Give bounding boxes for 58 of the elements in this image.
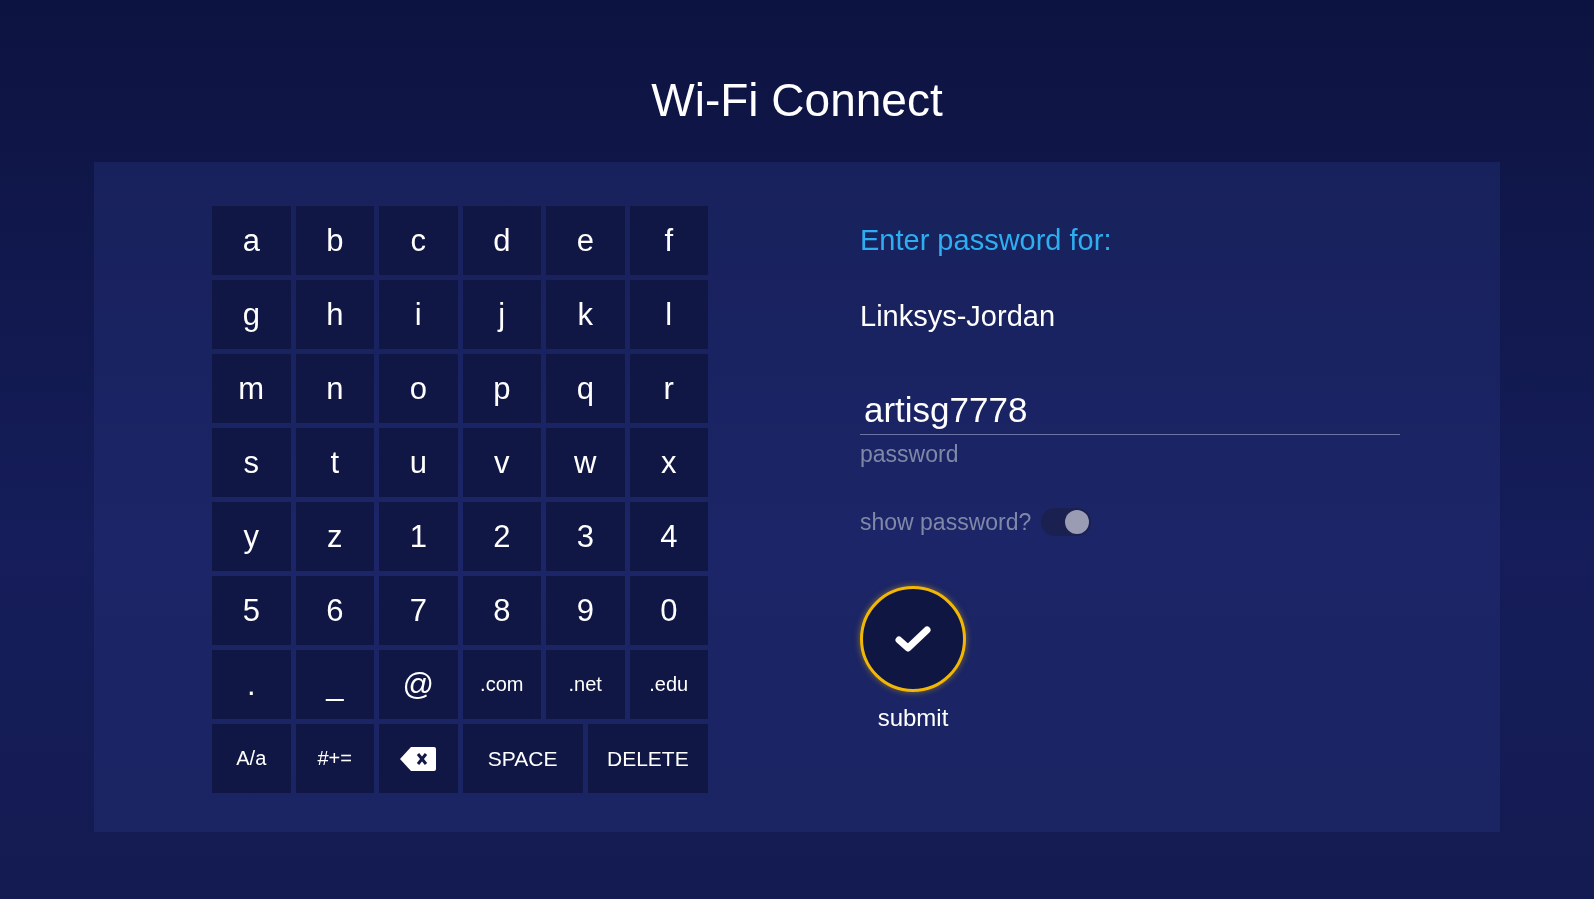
keyboard-key[interactable]: l bbox=[629, 280, 708, 349]
keyboard-key[interactable]: b bbox=[295, 206, 374, 275]
keyboard-key[interactable]: DELETE bbox=[587, 724, 708, 793]
keyboard-key[interactable]: t bbox=[295, 428, 374, 497]
keyboard-key[interactable]: 8 bbox=[462, 576, 541, 645]
field-label: password bbox=[860, 441, 960, 468]
keyboard-key[interactable]: y bbox=[212, 502, 291, 571]
keyboard-key[interactable]: c bbox=[379, 206, 458, 275]
show-password-label: show password? bbox=[860, 508, 1032, 536]
backspace-icon bbox=[399, 745, 438, 772]
keyboard-key[interactable]: 0 bbox=[629, 576, 708, 645]
keyboard-key[interactable]: u bbox=[379, 428, 458, 497]
keyboard-key[interactable]: g bbox=[212, 280, 291, 349]
keyboard-key[interactable]: 1 bbox=[379, 502, 458, 571]
keyboard-key[interactable]: .edu bbox=[629, 650, 708, 719]
keyboard-key[interactable]: 9 bbox=[546, 576, 625, 645]
keyboard-key[interactable]: #+= bbox=[295, 724, 374, 793]
keyboard-key[interactable]: 2 bbox=[462, 502, 541, 571]
prompt-text: Enter password for: bbox=[860, 224, 1113, 258]
keyboard-key[interactable]: 6 bbox=[295, 576, 374, 645]
keyboard-key[interactable]: q bbox=[546, 354, 625, 423]
show-password-toggle[interactable] bbox=[1041, 508, 1092, 536]
keyboard-key[interactable]: h bbox=[295, 280, 374, 349]
keyboard-key[interactable]: 7 bbox=[379, 576, 458, 645]
keyboard-key[interactable]: w bbox=[546, 428, 625, 497]
keyboard-key[interactable]: m bbox=[212, 354, 291, 423]
screen-title: Wi-Fi Connect bbox=[651, 73, 943, 128]
keyboard-key[interactable]: x bbox=[629, 428, 708, 497]
keyboard-key[interactable]: . bbox=[212, 650, 291, 719]
keyboard-key[interactable]: j bbox=[462, 280, 541, 349]
keyboard-key[interactable]: .com bbox=[462, 650, 541, 719]
submit-button[interactable] bbox=[860, 586, 966, 692]
keyboard-key[interactable]: s bbox=[212, 428, 291, 497]
keyboard-key[interactable]: i bbox=[379, 280, 458, 349]
backspace-key[interactable] bbox=[379, 724, 458, 793]
keyboard-key[interactable]: A/a bbox=[212, 724, 291, 793]
keyboard-key[interactable]: 4 bbox=[629, 502, 708, 571]
keyboard-key[interactable]: .net bbox=[546, 650, 625, 719]
keyboard-key[interactable]: n bbox=[295, 354, 374, 423]
keyboard-key[interactable]: v bbox=[462, 428, 541, 497]
keyboard-key[interactable]: o bbox=[379, 354, 458, 423]
keyboard-key[interactable]: z bbox=[295, 502, 374, 571]
keyboard-key[interactable]: f bbox=[629, 206, 708, 275]
keyboard-key[interactable]: d bbox=[462, 206, 541, 275]
submit-label: submit bbox=[877, 704, 949, 732]
keyboard-key[interactable]: 5 bbox=[212, 576, 291, 645]
keyboard-key[interactable]: 3 bbox=[546, 502, 625, 571]
keyboard-key[interactable]: k bbox=[546, 280, 625, 349]
keyboard-key[interactable]: p bbox=[462, 354, 541, 423]
checkmark-icon bbox=[895, 625, 931, 653]
keyboard-key[interactable]: @ bbox=[379, 650, 458, 719]
keyboard-key[interactable]: e bbox=[546, 206, 625, 275]
keyboard-key[interactable]: _ bbox=[295, 650, 374, 719]
keyboard-key[interactable]: SPACE bbox=[462, 724, 583, 793]
network-name: Linksys-Jordan bbox=[860, 300, 1057, 334]
password-field[interactable]: artisg7778 bbox=[860, 390, 1400, 435]
keyboard-key[interactable]: a bbox=[212, 206, 291, 275]
keyboard-key[interactable]: r bbox=[629, 354, 708, 423]
